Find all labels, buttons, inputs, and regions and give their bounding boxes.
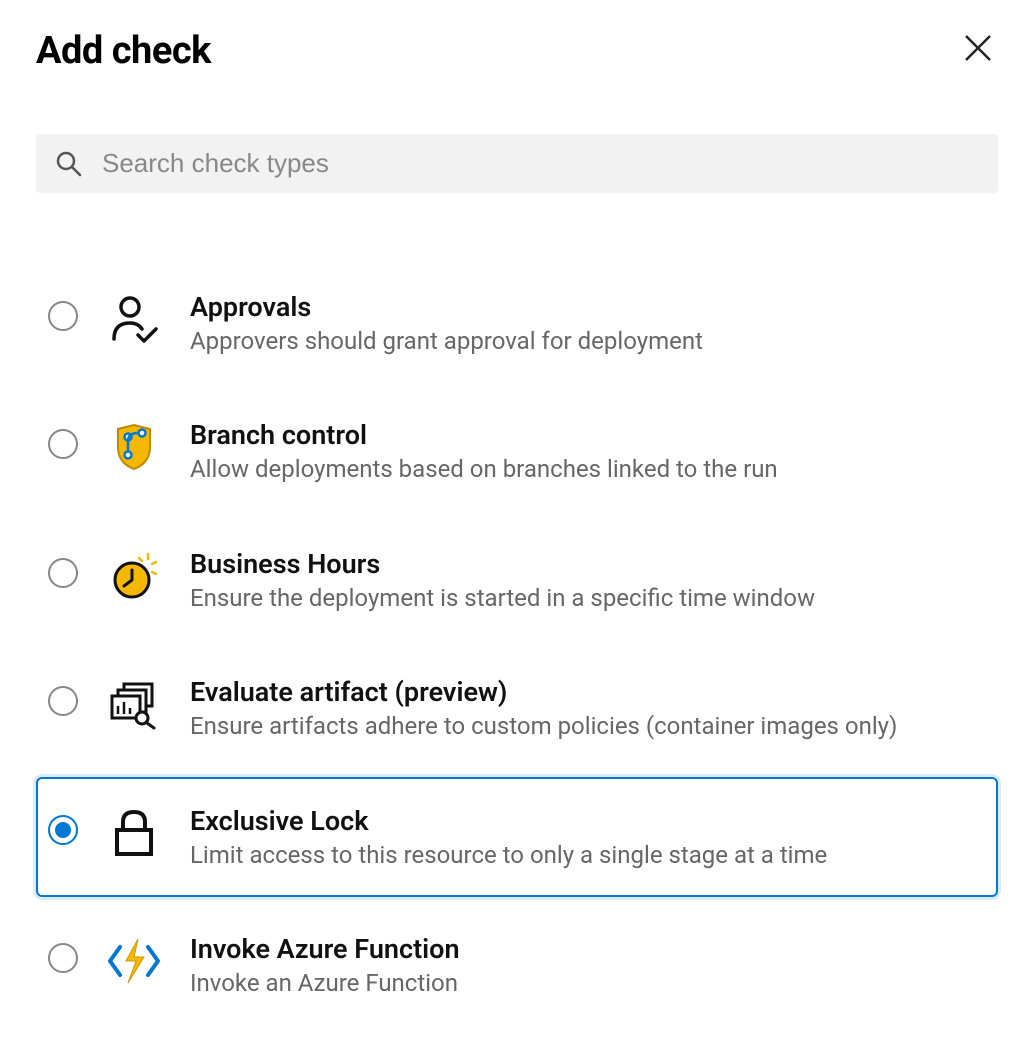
- check-text: Invoke Azure Function Invoke an Azure Fu…: [190, 931, 986, 999]
- clock-sun-icon: [104, 546, 164, 606]
- check-text: Exclusive Lock Limit access to this reso…: [190, 803, 986, 871]
- check-option-invoke-azure-function[interactable]: Invoke Azure Function Invoke an Azure Fu…: [36, 905, 998, 1025]
- check-desc: Ensure the deployment is started in a sp…: [190, 582, 986, 614]
- check-desc: Allow deployments based on branches link…: [190, 453, 986, 485]
- check-option-branch-control[interactable]: Branch control Allow deployments based o…: [36, 391, 998, 511]
- artifact-icon: [104, 674, 164, 734]
- check-title: Approvals: [190, 291, 986, 323]
- branch-shield-icon: [104, 417, 164, 477]
- check-desc: Approvers should grant approval for depl…: [190, 325, 986, 357]
- check-title: Invoke Azure Function: [190, 933, 986, 965]
- close-button[interactable]: [958, 28, 998, 74]
- search-icon: [54, 149, 84, 179]
- check-title: Branch control: [190, 419, 986, 451]
- check-text: Branch control Allow deployments based o…: [190, 417, 986, 485]
- check-text: Business Hours Ensure the deployment is …: [190, 546, 986, 614]
- check-list: Approvals Approvers should grant approva…: [0, 193, 1034, 1025]
- radio-approvals[interactable]: [48, 301, 78, 331]
- radio-branch-control[interactable]: [48, 429, 78, 459]
- radio-exclusive-lock[interactable]: [48, 815, 78, 845]
- radio-business-hours[interactable]: [48, 558, 78, 588]
- search-box[interactable]: [36, 134, 998, 193]
- close-icon: [962, 32, 994, 64]
- check-option-exclusive-lock[interactable]: Exclusive Lock Limit access to this reso…: [36, 777, 998, 897]
- check-title: Business Hours: [190, 548, 986, 580]
- search-container: [0, 74, 1034, 193]
- dialog-title: Add check: [36, 29, 211, 73]
- search-input[interactable]: [102, 148, 980, 179]
- check-title: Evaluate artifact (preview): [190, 676, 986, 708]
- radio-evaluate-artifact[interactable]: [48, 686, 78, 716]
- check-text: Approvals Approvers should grant approva…: [190, 289, 986, 357]
- check-desc: Limit access to this resource to only a …: [190, 839, 986, 871]
- check-desc: Invoke an Azure Function: [190, 967, 986, 999]
- check-option-approvals[interactable]: Approvals Approvers should grant approva…: [36, 263, 998, 383]
- check-option-evaluate-artifact[interactable]: Evaluate artifact (preview) Ensure artif…: [36, 648, 998, 768]
- lock-icon: [104, 803, 164, 863]
- check-title: Exclusive Lock: [190, 805, 986, 837]
- dialog-header: Add check: [0, 0, 1034, 74]
- user-check-icon: [104, 289, 164, 349]
- check-text: Evaluate artifact (preview) Ensure artif…: [190, 674, 986, 742]
- azure-function-icon: [104, 931, 164, 991]
- check-desc: Ensure artifacts adhere to custom polici…: [190, 710, 986, 742]
- radio-invoke-azure-function[interactable]: [48, 943, 78, 973]
- check-option-business-hours[interactable]: Business Hours Ensure the deployment is …: [36, 520, 998, 640]
